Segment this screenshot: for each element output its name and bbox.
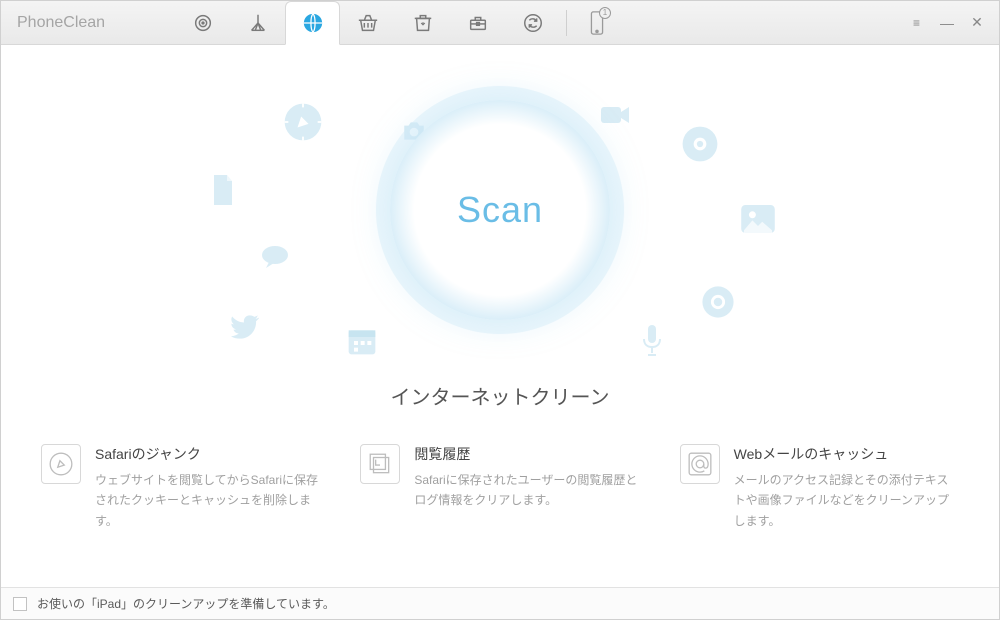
- toolbar-basket-icon[interactable]: [340, 1, 395, 45]
- titlebar: PhoneClean: [1, 1, 999, 45]
- compass-icon: [41, 444, 81, 484]
- feature-title: Webメールのキャッシュ: [734, 444, 959, 464]
- calendar-float-icon: [346, 325, 378, 362]
- close-icon[interactable]: ✕: [969, 14, 985, 31]
- statusbar: お使いの「iPad」のクリーンアップを準備しています。: [1, 587, 999, 619]
- photo-float-icon: [741, 205, 775, 238]
- history-icon: [360, 444, 400, 484]
- toolbar-device-icon[interactable]: 1: [573, 1, 621, 45]
- window-controls: ≡ — ✕: [909, 14, 991, 31]
- feature-safari-junk: Safariのジャンク ウェブサイトを閲覧してからSafariに保存されたクッキ…: [41, 444, 320, 531]
- status-text: お使いの「iPad」のクリーンアップを準備しています。: [37, 595, 335, 612]
- toolbar: 1: [175, 1, 621, 45]
- feature-browsing-history: 閲覧履歴 Safariに保存されたユーザーの閲覧履歴とログ情報をクリアします。: [360, 444, 639, 531]
- device-badge: 1: [599, 7, 611, 19]
- toolbar-recycle-icon[interactable]: [395, 1, 450, 45]
- twitter-float-icon: [231, 315, 259, 344]
- section-title: インターネットクリーン: [1, 381, 999, 410]
- feature-row: Safariのジャンク ウェブサイトを閲覧してからSafariに保存されたクッキ…: [1, 444, 999, 531]
- toolbar-target-icon[interactable]: [175, 1, 230, 45]
- at-sign-icon: [680, 444, 720, 484]
- main-panel: Scan インターネットクリーン Safariのジャンク ウェブサイトを閲覧して…: [1, 45, 999, 587]
- feature-desc: メールのアクセス記録とその添付テキストや画像ファイルなどをクリーンアップします。: [734, 470, 959, 531]
- scan-button-label: Scan: [457, 189, 543, 231]
- menu-icon[interactable]: ≡: [909, 16, 925, 30]
- hero: Scan: [1, 45, 999, 375]
- chrome-float-icon: [701, 285, 735, 324]
- message-float-icon: [261, 245, 289, 274]
- scan-button[interactable]: Scan: [390, 100, 610, 320]
- compass-float-icon: [281, 100, 325, 149]
- doc-float-icon: [211, 175, 235, 210]
- feature-desc: ウェブサイトを閲覧してからSafariに保存されたクッキーとキャッシュを削除しま…: [95, 470, 320, 531]
- toolbar-sync-icon[interactable]: [505, 1, 560, 45]
- video-float-icon: [601, 105, 631, 130]
- minimize-icon[interactable]: —: [939, 15, 955, 31]
- mic-float-icon: [641, 325, 663, 362]
- browser-float-icon: [681, 125, 719, 168]
- feature-desc: Safariに保存されたユーザーの閲覧履歴とログ情報をクリアします。: [414, 470, 639, 511]
- app-title: PhoneClean: [17, 14, 167, 32]
- status-indicator-icon: [13, 597, 27, 611]
- toolbar-toolbox-icon[interactable]: [450, 1, 505, 45]
- toolbar-internet-icon[interactable]: [285, 1, 340, 45]
- feature-title: Safariのジャンク: [95, 444, 320, 464]
- toolbar-brush-icon[interactable]: [230, 1, 285, 45]
- toolbar-separator: [566, 10, 567, 36]
- feature-webmail-cache: Webメールのキャッシュ メールのアクセス記録とその添付テキストや画像ファイルな…: [680, 444, 959, 531]
- feature-title: 閲覧履歴: [414, 444, 639, 464]
